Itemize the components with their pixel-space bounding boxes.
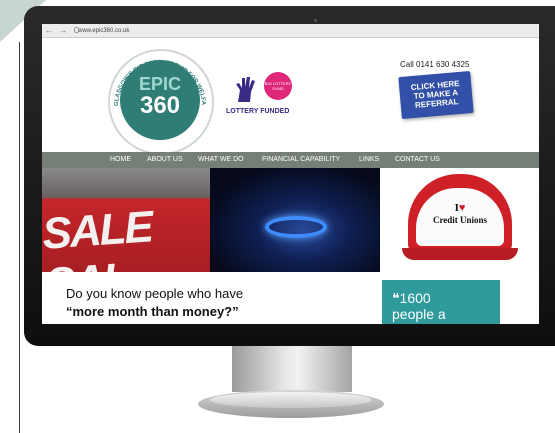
- nav-home[interactable]: HOME: [110, 156, 131, 163]
- headline-line-1: Do you know people who have: [66, 286, 244, 301]
- browser-nav-buttons[interactable]: ← → C: [45, 26, 81, 35]
- camera-dot: [314, 19, 317, 22]
- sale-text: SALE SAL: [42, 202, 154, 272]
- stat-text-2: people a: [392, 306, 446, 322]
- lottery-funded-label: LOTTERY FUNDED: [226, 108, 290, 115]
- monitor-stand-neck: [232, 346, 352, 392]
- browser-toolbar: ← → C www.epic360.co.uk: [42, 24, 539, 38]
- address-bar[interactable]: www.epic360.co.uk: [78, 26, 278, 36]
- credit-union-cap-image: I♥ Credit Unions: [380, 168, 539, 272]
- gas-flame-ring: [265, 216, 327, 238]
- cap-text-line-2: Credit Unions: [432, 215, 488, 225]
- make-referral-button[interactable]: CLICK HERE TO MAKE A REFERRAL: [398, 70, 474, 120]
- gas-flame-image: [210, 168, 380, 272]
- lottery-hand-icon: [236, 77, 255, 102]
- cap-text-line-1: I♥: [416, 202, 504, 214]
- logo-360-text: 360: [139, 92, 181, 119]
- nav-what-we-do[interactable]: WHAT WE DO: [198, 156, 244, 163]
- cap-brim: [402, 248, 518, 260]
- page-edge-line: [19, 42, 20, 433]
- nav-financial-capability[interactable]: FINANCIAL CAPABILITY: [262, 156, 340, 163]
- sale-banner-image: SALE SAL: [42, 168, 210, 272]
- stat-callout: ❝1600 people a: [382, 280, 500, 324]
- nav-contact-us[interactable]: CONTACT US: [395, 156, 440, 163]
- epic360-logo[interactable]: EPIC 360: [120, 60, 200, 140]
- website-screen: ← → C www.epic360.co.uk GLASGOW'S BIG PA…: [42, 24, 539, 324]
- stat-text: ❝1600: [392, 290, 431, 306]
- nav-links[interactable]: LINKS: [359, 156, 379, 163]
- stage: ← → C www.epic360.co.uk GLASGOW'S BIG PA…: [0, 0, 555, 433]
- phone-number[interactable]: Call 0141 630 4325: [400, 60, 469, 69]
- headline-line-2: “more month than money?”: [66, 304, 239, 319]
- monitor-stand-base-top: [210, 392, 372, 408]
- big-lottery-badge: BIG LOTTERY FUND: [264, 72, 292, 100]
- heart-icon: ♥: [458, 202, 466, 214]
- main-nav: HOME ABOUT US WHAT WE DO FINANCIAL CAPAB…: [42, 152, 539, 168]
- nav-about-us[interactable]: ABOUT US: [147, 156, 183, 163]
